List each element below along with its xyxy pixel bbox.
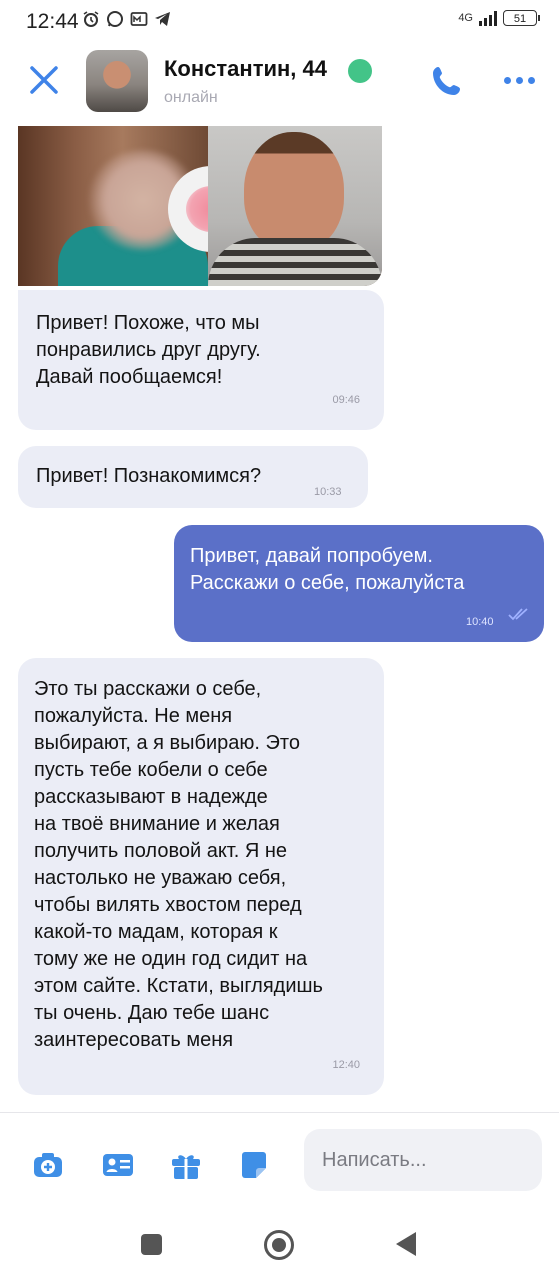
network-type: 4G	[458, 12, 473, 24]
whatsapp-icon	[107, 11, 123, 27]
online-indicator	[348, 59, 372, 83]
notification-icons	[82, 10, 172, 28]
sticker-icon[interactable]	[238, 1149, 270, 1181]
battery-level: 51	[513, 13, 527, 25]
back-button[interactable]	[396, 1232, 416, 1256]
status-time: 12:44	[26, 10, 79, 33]
more-dot-icon	[516, 76, 523, 84]
mail-icon	[130, 12, 148, 26]
photo-right-half	[208, 126, 382, 286]
contact-status: онлайн	[164, 89, 218, 106]
status-bar: 12:44 4G 51	[0, 0, 559, 42]
recent-apps-button[interactable]	[141, 1234, 162, 1255]
more-dot-icon	[504, 76, 511, 84]
message-bubble-incoming[interactable]: Привет! Похоже, что мы понравились друг …	[18, 290, 384, 430]
message-time: 10:33	[314, 486, 342, 498]
telegram-icon	[155, 12, 170, 26]
photo-left-half	[18, 126, 254, 286]
shared-photo[interactable]	[18, 126, 382, 286]
battery-icon: 51	[503, 10, 540, 26]
message-time: 12:40	[332, 1059, 360, 1071]
message-time: 09:46	[332, 394, 360, 406]
more-dot-icon	[528, 76, 535, 84]
close-icon[interactable]	[26, 62, 62, 98]
home-button[interactable]	[264, 1230, 294, 1260]
message-bubble-outgoing[interactable]: Привет, давай попробуем. Расскажи о себе…	[174, 525, 544, 642]
system-status: 4G 51	[458, 10, 540, 26]
phone-icon[interactable]	[430, 64, 464, 98]
message-text: Привет, давай попробуем. Расскажи о себе…	[190, 545, 465, 594]
contact-card-icon[interactable]	[102, 1149, 134, 1181]
system-navigation-bar	[0, 1212, 559, 1280]
avatar[interactable]	[86, 50, 148, 112]
contact-name[interactable]: Константин, 44	[164, 56, 327, 82]
message-composer: Написать...	[0, 1112, 559, 1213]
camera-icon[interactable]	[32, 1149, 64, 1181]
message-bubble-incoming[interactable]: Привет! Познакомимся? 10:33	[18, 446, 368, 508]
message-bubble-incoming[interactable]: Это ты расскажи о себе, пожалуйста. Не м…	[18, 658, 384, 1095]
message-input[interactable]: Написать...	[304, 1129, 542, 1191]
more-options-button[interactable]	[504, 72, 538, 88]
signal-icon	[479, 10, 497, 26]
message-text: Это ты расскажи о себе, пожалуйста. Не м…	[34, 678, 323, 1051]
chat-header: Константин, 44 онлайн	[0, 42, 559, 126]
message-text: Привет! Познакомимся?	[36, 465, 262, 487]
read-checkmark-icon	[508, 608, 528, 621]
message-time: 10:40	[466, 616, 494, 628]
gift-icon[interactable]	[170, 1149, 202, 1181]
message-text: Привет! Похоже, что мы понравились друг …	[36, 312, 261, 388]
alarm-icon	[83, 11, 99, 27]
